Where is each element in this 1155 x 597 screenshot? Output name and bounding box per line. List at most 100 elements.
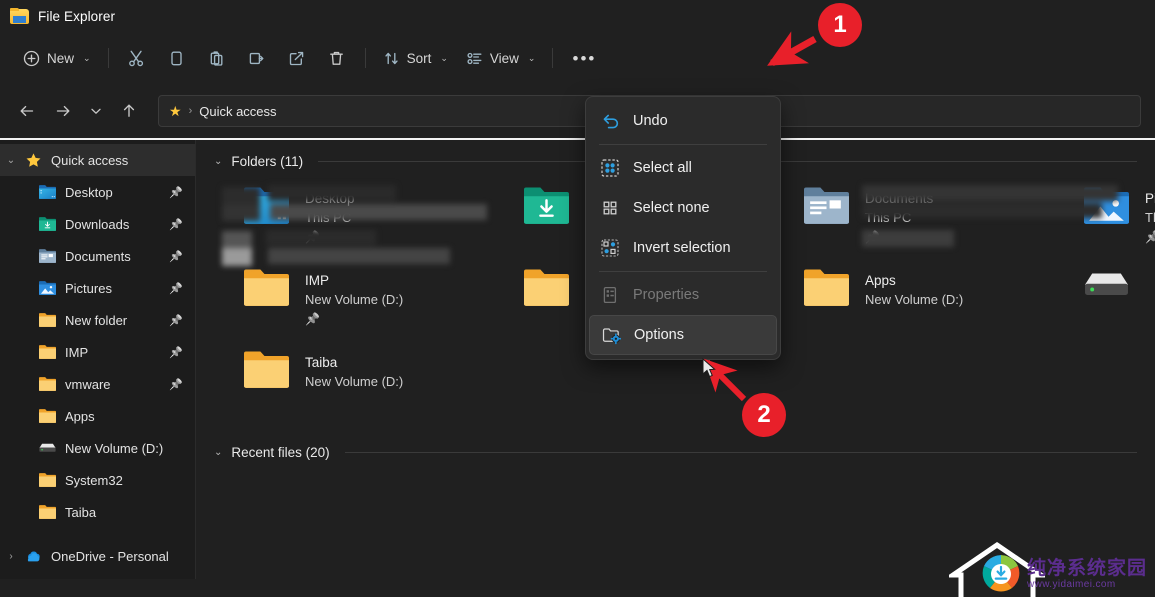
downloads-icon (38, 217, 56, 231)
forward-button[interactable] (46, 95, 80, 127)
folder-icon (524, 269, 569, 306)
view-button[interactable]: View ⌄ (457, 42, 545, 74)
recent-file-row-redacted[interactable] (222, 228, 502, 274)
sidebar-item-label: New folder (65, 312, 128, 328)
menu-item-icon (602, 326, 621, 344)
delete-button[interactable] (317, 42, 357, 74)
breadcrumb-quick-access[interactable]: Quick access (199, 104, 276, 119)
pin-icon[interactable]: 📌 (169, 346, 183, 359)
pin-icon[interactable]: 📌 (169, 282, 183, 295)
sidebar-item-icon (22, 550, 44, 562)
recent-locations-button[interactable] (82, 95, 110, 127)
pin-icon[interactable]: 📌 (169, 218, 183, 231)
sidebar-item-pictures[interactable]: Pictures 📌 (0, 272, 195, 304)
recent-file-row-redacted[interactable] (862, 228, 1152, 268)
folder-tile-location: New Volume (D:) (305, 374, 404, 389)
sidebar-item-documents[interactable]: Documents 📌 (0, 240, 195, 272)
downloads-icon (524, 187, 569, 224)
chevron-down-icon (91, 108, 101, 114)
sidebar-item-imp[interactable]: IMP 📌 (0, 336, 195, 368)
menu-separator (599, 271, 767, 272)
sidebar-item-vmware[interactable]: vmware 📌 (0, 368, 195, 400)
recent-file-row-redacted[interactable] (862, 183, 1152, 229)
group-divider (344, 452, 1137, 453)
command-toolbar: New ⌄ Sort ⌄ View ⌄ ••• (0, 32, 1155, 84)
sidebar-item-new-folder[interactable]: New folder 📌 (0, 304, 195, 336)
rename-button[interactable] (237, 42, 277, 74)
menu-item-invert-selection[interactable]: Invert selection (589, 228, 777, 268)
watermark-brand: 纯净系统家园 (1026, 557, 1147, 579)
sidebar-item-quick-access[interactable]: ⌄ Quick access (0, 144, 195, 176)
sidebar-item-taiba[interactable]: Taiba (0, 496, 195, 528)
sidebar-item-onedrive-personal[interactable]: › OneDrive - Personal (0, 540, 195, 572)
folder-tile-icon (1084, 269, 1132, 311)
pin-icon: 📌 (305, 312, 320, 326)
sidebar-item-new-volume-d[interactable]: New Volume (D:) (0, 432, 195, 464)
menu-item-icon (601, 159, 619, 177)
sidebar-item-icon (36, 505, 58, 519)
up-button[interactable] (112, 95, 146, 127)
paste-button[interactable] (197, 42, 237, 74)
chevron-down-icon: ⌄ (440, 52, 448, 63)
new-button[interactable]: New ⌄ (14, 42, 100, 74)
sort-button[interactable]: Sort ⌄ (374, 42, 457, 74)
see-more-button[interactable]: ••• (561, 42, 607, 74)
pin-icon[interactable]: 📌 (169, 250, 183, 263)
sidebar-item-icon (22, 152, 44, 169)
share-button[interactable] (277, 42, 317, 74)
arrow-right-icon (56, 105, 70, 117)
menu-item-label: Select all (633, 160, 692, 176)
pin-icon[interactable]: 📌 (169, 186, 183, 199)
folder-icon (38, 409, 56, 423)
sidebar-item-label: System32 (65, 472, 123, 488)
menu-item-select-all[interactable]: Select all (589, 148, 777, 188)
sidebar-item-icon (36, 281, 58, 295)
share-icon (289, 51, 304, 65)
folder-tile[interactable]: Taiba New Volume (D:) (244, 343, 524, 425)
sidebar-item-system32[interactable]: System32 (0, 464, 195, 496)
expander-chevron-icon[interactable]: › (0, 551, 22, 562)
pin-icon[interactable]: 📌 (169, 314, 183, 327)
sidebar-item-label: vmware (65, 376, 111, 392)
menu-separator (599, 144, 767, 145)
chevron-down-icon: ⌄ (527, 52, 536, 63)
expander-chevron-icon[interactable]: ⌄ (0, 155, 22, 166)
back-button[interactable] (10, 95, 44, 127)
sidebar-item-label: Pictures (65, 280, 112, 296)
menu-item-icon (601, 199, 619, 217)
pictures-icon (38, 281, 56, 295)
drive-icon (38, 442, 56, 454)
sort-arrows-icon (384, 52, 398, 64)
recent-file-row-redacted[interactable] (222, 183, 502, 229)
copy-button[interactable] (157, 42, 197, 74)
menu-item-select-none[interactable]: Select none (589, 188, 777, 228)
sidebar-item-label: IMP (65, 344, 89, 360)
navigation-pane: ⌄ Quick access Desktop 📌 Downloads 📌 Docume… (0, 140, 196, 579)
recent-files-group-header[interactable]: ⌄ Recent files (20) (196, 425, 1155, 460)
window-title: File Explorer (38, 8, 116, 24)
sidebar-item-desktop[interactable]: Desktop 📌 (0, 176, 195, 208)
sidebar-item-downloads[interactable]: Downloads 📌 (0, 208, 195, 240)
cut-button[interactable] (117, 42, 157, 74)
sidebar-item-icon (36, 185, 58, 199)
folder-tile-text: IMP New Volume (D:) 📌 (305, 269, 403, 343)
folder-tile[interactable]: Apps New Volume (D:) (804, 261, 1084, 343)
chevron-down-icon: ⌄ (83, 52, 91, 63)
pin-icon[interactable]: 📌 (169, 378, 183, 391)
folder-icon (804, 269, 849, 306)
folder-tile-name: Apps (865, 273, 896, 288)
folder-tile-icon (804, 187, 852, 229)
folder-icon (38, 505, 56, 519)
folder-tile-icon (804, 269, 852, 311)
sidebar-item-icon (36, 345, 58, 359)
chevron-down-icon[interactable]: ⌄ (214, 447, 222, 458)
sidebar-item-icon (36, 409, 58, 423)
chevron-down-icon[interactable]: ⌄ (214, 156, 222, 167)
folder-tile[interactable] (1084, 261, 1155, 343)
menu-item-undo[interactable]: Undo (589, 101, 777, 141)
folder-icon (38, 473, 56, 487)
sidebar-item-apps[interactable]: Apps (0, 400, 195, 432)
menu-item-options[interactable]: Options (589, 315, 777, 355)
menu-item-icon (601, 112, 619, 130)
sidebar-item-icon (36, 249, 58, 263)
